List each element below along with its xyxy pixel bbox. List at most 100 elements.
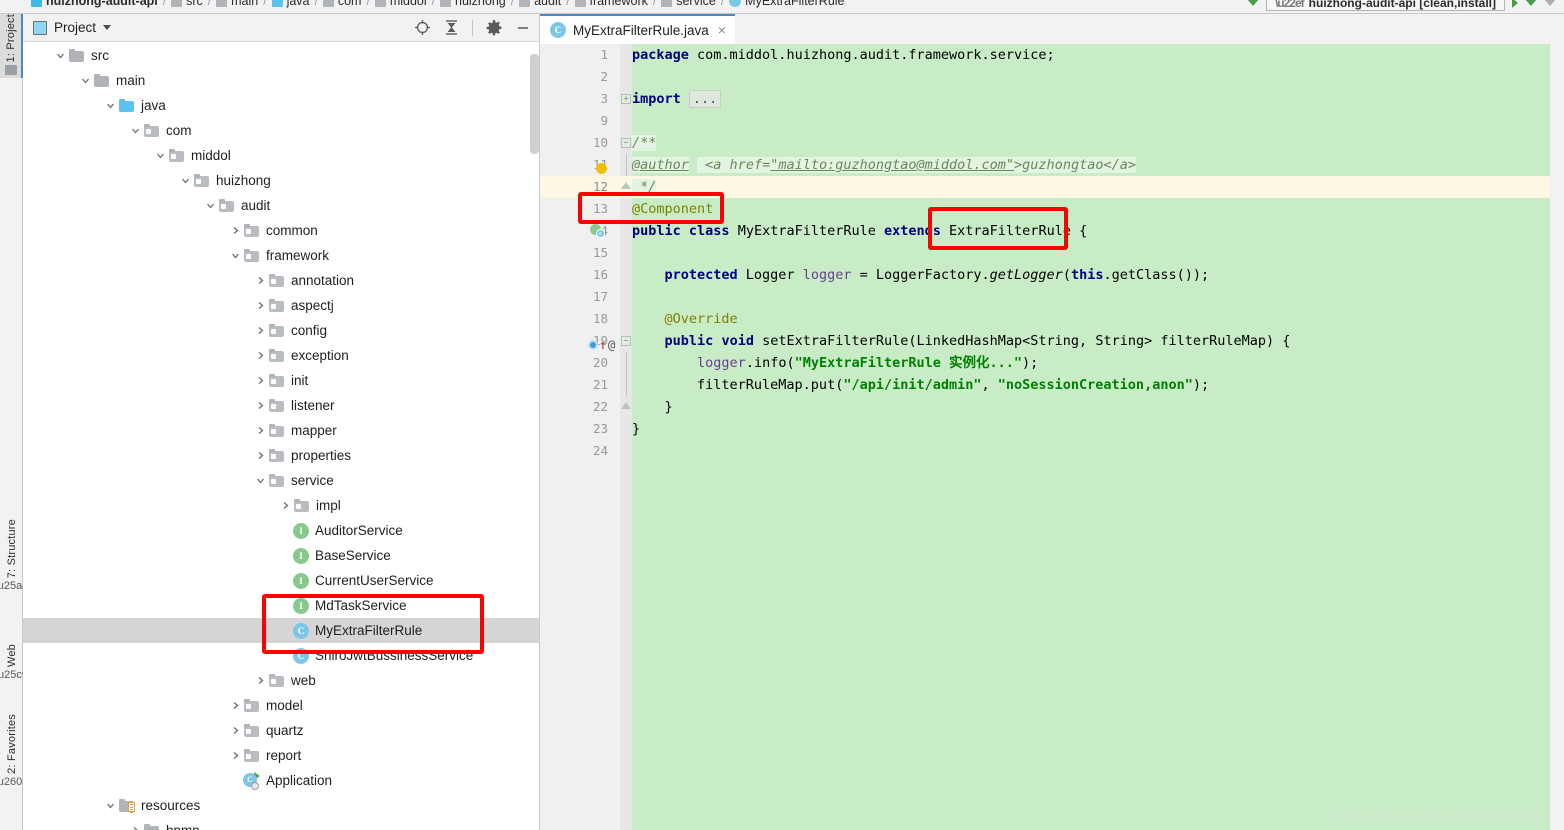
code-line-19[interactable]: 19 ↑ @ − public void setExtraFilterRule(Lin… <box>540 330 1564 352</box>
code-line-17[interactable]: 17 <box>540 286 1564 308</box>
chevron-down-icon[interactable] <box>103 25 112 30</box>
tree-node-web[interactable]: web <box>23 668 539 693</box>
code-line-21[interactable]: 21 filterRuleMap.put("/api/init/admin", … <box>540 374 1564 396</box>
fold-end-icon[interactable] <box>621 402 631 409</box>
chevron-right-icon[interactable] <box>252 298 268 314</box>
code-line-13[interactable]: 13 @Component <box>540 198 1564 220</box>
tree-node-src[interactable]: src <box>23 43 539 68</box>
code-text[interactable]: protected Logger logger = LoggerFactory.… <box>632 264 1210 286</box>
code-line-23[interactable]: 23} <box>540 418 1564 440</box>
stop-icon[interactable] <box>1544 0 1556 6</box>
close-icon[interactable]: × <box>716 23 726 37</box>
sidebar-item-favorites[interactable]: \u2605 2: Favorites <box>0 714 28 791</box>
breadcrumb-item-audit[interactable]: audit <box>514 0 566 8</box>
chevron-right-icon[interactable] <box>252 448 268 464</box>
chevron-down-icon[interactable] <box>102 98 118 114</box>
fold-end-icon[interactable] <box>621 182 631 189</box>
left-tool-window-bar[interactable]: 1: Project \u25a4 7: Structure \u25c9 We… <box>0 14 28 830</box>
code-viewport[interactable]: 1 package com.middol.huizhong.audit.frame… <box>540 44 1564 830</box>
chevron-right-icon[interactable] <box>227 748 243 764</box>
breadcrumb-item-myextrafilterrule[interactable]: MyExtraFilterRule <box>724 0 849 8</box>
chevron-right-icon[interactable] <box>252 673 268 689</box>
tree-node-properties[interactable]: properties <box>23 443 539 468</box>
tree-node-report[interactable]: report <box>23 743 539 768</box>
tree-node-application[interactable]: C Application <box>23 768 539 793</box>
code-text[interactable]: logger.info("MyExtraFilterRule 实例化..."); <box>632 352 1038 374</box>
code-line-24[interactable]: 24 <box>540 440 1564 462</box>
chevron-right-icon[interactable] <box>127 823 143 830</box>
implemented-class-gutter-icon[interactable]: c <box>590 224 605 238</box>
chevron-right-icon[interactable] <box>252 423 268 439</box>
tree-node-bpmn[interactable]: bpmn <box>23 818 539 830</box>
tree-node-config[interactable]: config <box>23 318 539 343</box>
tree-node-baseservice[interactable]: I BaseService <box>23 543 539 568</box>
collapse-all-icon[interactable] <box>443 19 460 36</box>
code-text[interactable]: public class MyExtraFilterRule extends E… <box>632 220 1087 242</box>
tree-node-shirojwtbussinessservice[interactable]: C ShiroJwtBussinessService <box>23 643 539 668</box>
tree-node-myextrafilterrule[interactable]: C MyExtraFilterRule <box>23 618 539 643</box>
code-text[interactable]: /** <box>632 132 657 154</box>
tree-node-quartz[interactable]: quartz <box>23 718 539 743</box>
code-text[interactable]: } <box>632 418 640 440</box>
chevron-down-icon[interactable] <box>102 798 118 814</box>
tree-node-impl[interactable]: impl <box>23 493 539 518</box>
tree-node-listener[interactable]: listener <box>23 393 539 418</box>
tree-node-mapper[interactable]: mapper <box>23 418 539 443</box>
sidebar-item-project[interactable]: 1: Project <box>0 14 23 79</box>
code-line-15[interactable]: 15 <box>540 242 1564 264</box>
tree-node-currentuserservice[interactable]: I CurrentUserService <box>23 568 539 593</box>
tree-node-auditorservice[interactable]: I AuditorService <box>23 518 539 543</box>
breadcrumb-item-middol[interactable]: middol <box>370 0 432 8</box>
chevron-down-icon[interactable] <box>1246 0 1259 6</box>
breadcrumb-item-huizhong-audit-api[interactable]: huizhong-audit-api <box>26 0 163 8</box>
code-text[interactable]: import ... <box>632 88 722 110</box>
code-line-14[interactable]: 14cpublic class MyExtraFilterRule extend… <box>540 220 1564 242</box>
code-text[interactable]: */ <box>632 176 657 198</box>
code-text[interactable]: } <box>632 396 673 418</box>
hide-panel-icon[interactable] <box>514 19 531 36</box>
code-line-18[interactable]: 18 @Override <box>540 308 1564 330</box>
chevron-down-icon[interactable] <box>127 123 143 139</box>
breadcrumb-item-src[interactable]: src <box>166 0 208 8</box>
chevron-down-icon[interactable] <box>152 148 168 164</box>
code-text[interactable]: @Override <box>632 308 738 330</box>
code-line-20[interactable]: 20 logger.info("MyExtraFilterRule 实例化...… <box>540 352 1564 374</box>
tree-node-aspectj[interactable]: aspectj <box>23 293 539 318</box>
breadcrumb[interactable]: huizhong-audit-api / src / main / java / com / mid… <box>0 0 1564 14</box>
tree-node-huizhong[interactable]: huizhong <box>23 168 539 193</box>
project-tree-scrollbar[interactable] <box>530 54 539 154</box>
editor-scrollbar[interactable] <box>1550 44 1564 830</box>
code-text[interactable]: public void setExtraFilterRule(LinkedHas… <box>632 330 1291 352</box>
chevron-right-icon[interactable] <box>227 223 243 239</box>
chevron-down-icon[interactable] <box>77 73 93 89</box>
chevron-down-icon[interactable] <box>227 248 243 264</box>
run-icon[interactable] <box>1512 0 1518 8</box>
tree-node-main[interactable]: main <box>23 68 539 93</box>
project-panel-title[interactable]: Project <box>33 20 112 35</box>
chevron-right-icon[interactable] <box>252 273 268 289</box>
breadcrumb-item-service[interactable]: service <box>656 0 721 8</box>
tree-node-annotation[interactable]: annotation <box>23 268 539 293</box>
chevron-down-icon[interactable] <box>252 473 268 489</box>
breadcrumb-item-com[interactable]: com <box>318 0 367 8</box>
chevron-right-icon[interactable] <box>252 398 268 414</box>
debug-icon[interactable] <box>1525 0 1537 6</box>
chevron-right-icon[interactable] <box>252 348 268 364</box>
code-text[interactable]: @Component <box>632 198 713 220</box>
run-configuration-selector[interactable]: \u22ef huizhong-audit-api [clean,install… <box>1265 0 1505 11</box>
chevron-right-icon[interactable] <box>252 373 268 389</box>
chevron-down-icon[interactable] <box>202 198 218 214</box>
run-toolbar[interactable]: \u22ef huizhong-audit-api [clean,install… <box>1246 0 1556 11</box>
project-tree[interactable]: src main java com middol huizhong audit common f… <box>23 42 539 830</box>
editor-tab-bar[interactable]: C MyExtraFilterRule.java × <box>540 14 1564 44</box>
chevron-right-icon[interactable] <box>252 323 268 339</box>
tree-node-common[interactable]: common <box>23 218 539 243</box>
tree-node-model[interactable]: model <box>23 693 539 718</box>
code-line-3[interactable]: 3 + import ... <box>540 88 1564 110</box>
chevron-down-icon[interactable] <box>177 173 193 189</box>
chevron-right-icon[interactable] <box>227 698 243 714</box>
chevron-right-icon[interactable] <box>277 498 293 514</box>
sidebar-item-web[interactable]: \u25c9 Web <box>0 644 28 684</box>
tree-node-middol[interactable]: middol <box>23 143 539 168</box>
breadcrumb-item-framework[interactable]: framework <box>570 0 653 8</box>
